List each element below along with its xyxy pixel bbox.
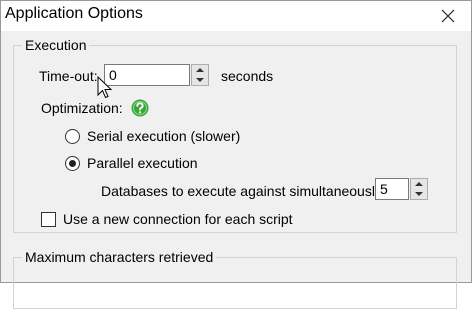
arrow-down-icon	[415, 192, 423, 196]
arrow-up-icon	[415, 182, 423, 186]
help-question-icon[interactable]	[131, 99, 149, 117]
new-connection-label[interactable]: Use a new connection for each script	[63, 211, 293, 227]
close-button[interactable]	[425, 1, 471, 31]
close-icon	[441, 9, 455, 23]
parallel-execution-radio[interactable]	[65, 156, 80, 171]
arrow-up-icon	[196, 68, 204, 72]
serial-execution-radio[interactable]	[65, 129, 80, 144]
execution-group-title: Execution	[25, 37, 87, 53]
title-bar: Application Options	[1, 1, 471, 31]
parallel-execution-label[interactable]: Parallel execution	[87, 155, 198, 171]
mouse-cursor-icon	[97, 76, 113, 99]
timeout-unit-label: seconds	[221, 68, 274, 84]
databases-spinner[interactable]	[410, 178, 428, 200]
maximum-characters-group-title: Maximum characters retrieved	[25, 249, 214, 265]
databases-decrement-button[interactable]	[411, 189, 427, 199]
optimization-label: Optimization:	[41, 100, 123, 116]
maximum-characters-group: Maximum characters retrieved	[13, 249, 457, 309]
timeout-decrement-button[interactable]	[192, 75, 208, 85]
new-connection-checkbox[interactable]	[41, 212, 56, 227]
timeout-spinner[interactable]	[191, 64, 209, 86]
window-title: Application Options	[5, 5, 143, 22]
application-options-dialog: Application Options Execution Time-out: …	[0, 0, 472, 309]
databases-label: Databases to execute against simultaneou…	[101, 183, 386, 199]
arrow-down-icon	[196, 78, 204, 82]
timeout-label: Time-out:	[39, 68, 98, 84]
serial-execution-label[interactable]: Serial execution (slower)	[87, 128, 240, 144]
databases-input[interactable]: 5	[375, 178, 409, 200]
timeout-input[interactable]: 0	[104, 64, 190, 86]
